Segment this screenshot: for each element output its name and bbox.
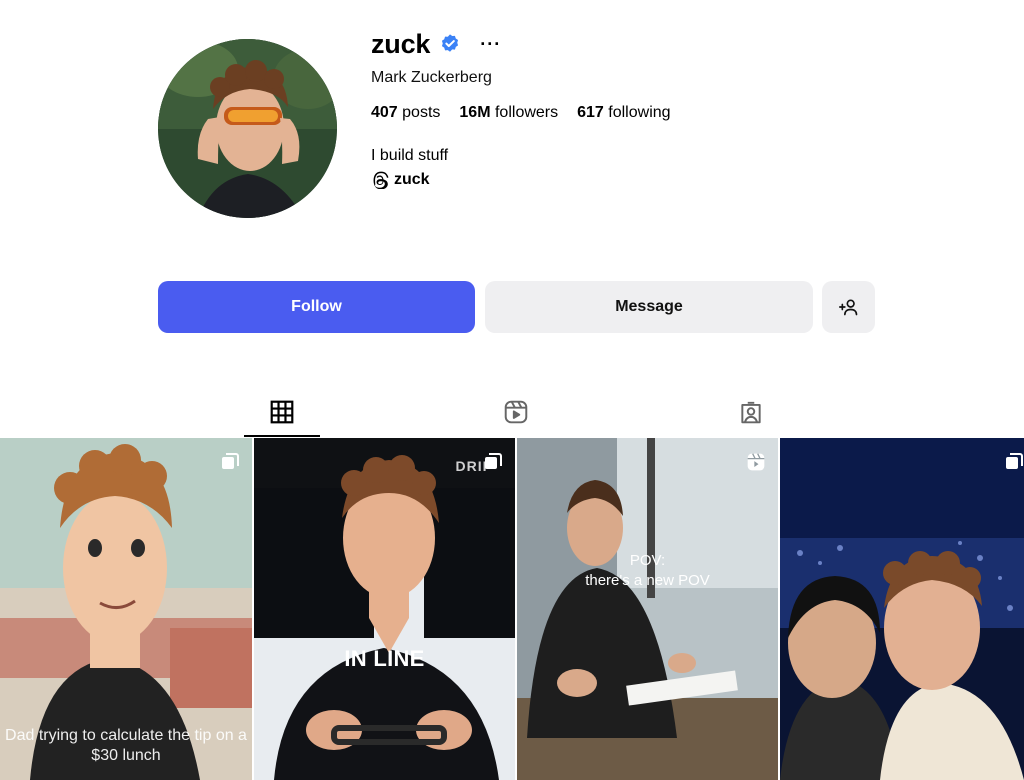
verified-badge-icon — [442, 34, 459, 52]
posts-grid-icon — [270, 400, 294, 424]
full-name: Mark Zuckerberg — [371, 69, 492, 86]
add-person-icon — [838, 299, 857, 316]
tab-tagged[interactable] — [731, 392, 771, 432]
message-button[interactable]: Message — [485, 281, 813, 333]
username-row: zuck ··· — [371, 28, 690, 60]
threads-handle: zuck — [394, 171, 430, 188]
posts-grid: Dad trying to calculate the tip on a $30… — [0, 438, 1024, 780]
tab-reels[interactable] — [496, 392, 536, 432]
post-tile[interactable]: POV: there's a new POV — [517, 438, 778, 780]
post-image — [254, 438, 515, 780]
stat-following[interactable]: 617 following — [577, 104, 670, 122]
active-tab-indicator — [244, 435, 320, 437]
follow-button[interactable]: Follow — [158, 281, 475, 333]
carousel-icon — [222, 453, 239, 469]
post-caption: Dad trying to calculate the tip on a $30… — [5, 727, 247, 764]
post-caption: POV: there's a new POV — [585, 552, 710, 589]
carousel-icon — [1006, 453, 1023, 469]
tab-posts[interactable] — [262, 392, 302, 432]
profile-stats: 407 posts 16M followers 617 following — [371, 104, 690, 122]
threads-link[interactable]: zuck — [371, 171, 690, 189]
tagged-icon — [741, 401, 761, 424]
bio-text: I build stuff — [371, 147, 449, 164]
suggested-users-button[interactable] — [822, 281, 875, 333]
post-image — [780, 438, 1024, 780]
post-tile[interactable]: DRIP IN LINE — [254, 438, 515, 780]
threads-icon — [373, 171, 389, 189]
profile-info: zuck ··· Mark Zuckerberg 407 posts 16M f… — [371, 28, 690, 189]
profile-avatar[interactable] — [158, 39, 337, 218]
post-tile[interactable]: Dad trying to calculate the tip on a $30… — [0, 438, 252, 780]
post-image — [517, 438, 778, 780]
reels-icon — [504, 400, 528, 424]
reel-icon — [747, 453, 765, 471]
stat-posts: 407 posts — [371, 104, 441, 121]
carousel-icon — [485, 453, 502, 469]
post-tile[interactable] — [780, 438, 1024, 780]
profile-page: zuck ··· Mark Zuckerberg 407 posts 16M f… — [0, 0, 1024, 780]
stat-followers[interactable]: 16M followers — [459, 104, 558, 122]
post-caption: IN LINE — [344, 646, 425, 671]
more-options-icon[interactable]: ··· — [480, 35, 501, 53]
username: zuck — [371, 28, 431, 59]
